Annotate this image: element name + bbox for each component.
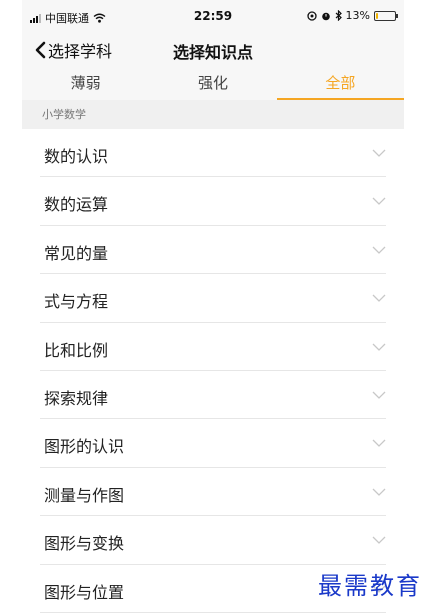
tab-bar: 薄弱 强化 全部	[22, 68, 405, 100]
chevron-down-icon	[372, 391, 386, 399]
topic-label: 测量与作图	[44, 485, 125, 505]
bluetooth-icon	[335, 10, 342, 21]
tab-strengthen[interactable]: 强化	[149, 68, 276, 100]
topic-item[interactable]: 探索规律	[40, 371, 386, 420]
section-header: 小学数学	[22, 100, 404, 129]
page-title: 选择知识点	[172, 43, 253, 62]
topic-item[interactable]: 测量与作图	[40, 468, 386, 517]
topic-label: 图形与位置	[44, 582, 125, 602]
chevron-down-icon	[372, 197, 386, 206]
chevron-down-icon	[372, 294, 386, 303]
topic-item[interactable]: 常见的量	[40, 226, 386, 275]
topic-label: 数的运算	[44, 195, 109, 215]
tab-weak[interactable]: 薄弱	[22, 68, 149, 100]
battery-percent: 13%	[345, 9, 370, 22]
status-bar: 中国联通 22:59 13%	[22, 0, 404, 30]
alarm-icon	[321, 12, 330, 20]
status-right-group: 13%	[306, 9, 398, 22]
topic-label: 比和比例	[44, 340, 109, 360]
topic-label: 数的认识	[44, 147, 109, 166]
tab-all[interactable]: 全部	[276, 68, 405, 100]
chevron-down-icon	[372, 439, 386, 448]
topic-item[interactable]: 数的认识	[40, 129, 386, 178]
topic-item[interactable]: 图形与变换	[40, 516, 386, 565]
location-lock-icon	[306, 10, 317, 21]
topic-item[interactable]: 图形的认识	[40, 419, 386, 468]
topic-label: 图形的认识	[44, 437, 125, 457]
topic-item[interactable]: 数的运算	[40, 177, 386, 226]
topic-item[interactable]: 比和比例	[40, 323, 386, 371]
topic-label: 图形与变换	[44, 534, 125, 554]
chevron-down-icon	[372, 536, 386, 545]
topic-item[interactable]: 式与方程	[40, 274, 386, 323]
topic-label: 探索规律	[44, 388, 109, 408]
topic-label: 式与方程	[44, 292, 109, 312]
navigation-bar: 选择学科 选择知识点	[22, 30, 404, 68]
chevron-down-icon	[372, 149, 386, 157]
topic-list: 数的认识 数的运算 常见的量 式与方程 比和比例 探索规律 图形的认识 测量与作…	[22, 129, 404, 613]
chevron-down-icon	[372, 343, 386, 351]
app-screen: 中国联通 22:59 13% 选择学科 选择知识点 薄弱 强化 全部 小学数学 …	[22, 0, 405, 614]
chevron-down-icon	[372, 246, 386, 254]
battery-icon	[374, 10, 398, 21]
chevron-down-icon	[372, 488, 386, 496]
topic-label: 常见的量	[44, 243, 109, 263]
watermark-logo: 最需教育	[318, 572, 422, 600]
